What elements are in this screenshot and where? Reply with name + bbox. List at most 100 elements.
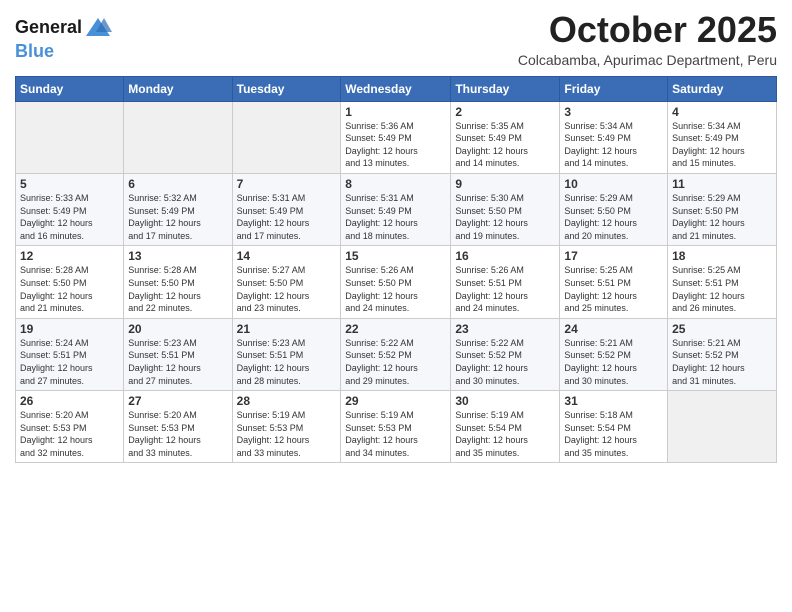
calendar-cell-w2-d2: 6Sunrise: 5:32 AM Sunset: 5:49 PM Daylig…: [124, 173, 232, 245]
calendar-table: Sunday Monday Tuesday Wednesday Thursday…: [15, 76, 777, 464]
day-number: 25: [672, 322, 772, 336]
calendar-cell-w1-d1: [16, 101, 124, 173]
day-number: 10: [564, 177, 663, 191]
calendar-week-1: 1Sunrise: 5:36 AM Sunset: 5:49 PM Daylig…: [16, 101, 777, 173]
day-info: Sunrise: 5:35 AM Sunset: 5:49 PM Dayligh…: [455, 120, 555, 170]
day-info: Sunrise: 5:21 AM Sunset: 5:52 PM Dayligh…: [672, 337, 772, 387]
day-number: 24: [564, 322, 663, 336]
logo-icon: [84, 14, 112, 42]
calendar-cell-w5-d1: 26Sunrise: 5:20 AM Sunset: 5:53 PM Dayli…: [16, 391, 124, 463]
day-info: Sunrise: 5:25 AM Sunset: 5:51 PM Dayligh…: [672, 264, 772, 314]
calendar-cell-w5-d2: 27Sunrise: 5:20 AM Sunset: 5:53 PM Dayli…: [124, 391, 232, 463]
header-monday: Monday: [124, 76, 232, 101]
day-number: 27: [128, 394, 227, 408]
day-number: 31: [564, 394, 663, 408]
header-wednesday: Wednesday: [341, 76, 451, 101]
calendar-cell-w4-d3: 21Sunrise: 5:23 AM Sunset: 5:51 PM Dayli…: [232, 318, 341, 390]
day-info: Sunrise: 5:29 AM Sunset: 5:50 PM Dayligh…: [564, 192, 663, 242]
location-subtitle: Colcabamba, Apurimac Department, Peru: [518, 52, 777, 68]
calendar-cell-w4-d6: 24Sunrise: 5:21 AM Sunset: 5:52 PM Dayli…: [560, 318, 668, 390]
day-number: 26: [20, 394, 119, 408]
day-info: Sunrise: 5:18 AM Sunset: 5:54 PM Dayligh…: [564, 409, 663, 459]
day-number: 29: [345, 394, 446, 408]
header-tuesday: Tuesday: [232, 76, 341, 101]
calendar-cell-w5-d5: 30Sunrise: 5:19 AM Sunset: 5:54 PM Dayli…: [451, 391, 560, 463]
calendar-cell-w4-d4: 22Sunrise: 5:22 AM Sunset: 5:52 PM Dayli…: [341, 318, 451, 390]
day-number: 28: [237, 394, 337, 408]
day-number: 3: [564, 105, 663, 119]
day-number: 21: [237, 322, 337, 336]
header-saturday: Saturday: [668, 76, 777, 101]
day-number: 23: [455, 322, 555, 336]
header-area: General Blue October 2025 Colcabamba, Ap…: [15, 10, 777, 68]
calendar-cell-w5-d3: 28Sunrise: 5:19 AM Sunset: 5:53 PM Dayli…: [232, 391, 341, 463]
day-info: Sunrise: 5:31 AM Sunset: 5:49 PM Dayligh…: [345, 192, 446, 242]
calendar-cell-w2-d6: 10Sunrise: 5:29 AM Sunset: 5:50 PM Dayli…: [560, 173, 668, 245]
calendar-cell-w2-d4: 8Sunrise: 5:31 AM Sunset: 5:49 PM Daylig…: [341, 173, 451, 245]
header-sunday: Sunday: [16, 76, 124, 101]
day-info: Sunrise: 5:33 AM Sunset: 5:49 PM Dayligh…: [20, 192, 119, 242]
calendar-cell-w1-d5: 2Sunrise: 5:35 AM Sunset: 5:49 PM Daylig…: [451, 101, 560, 173]
day-info: Sunrise: 5:20 AM Sunset: 5:53 PM Dayligh…: [20, 409, 119, 459]
calendar-week-5: 26Sunrise: 5:20 AM Sunset: 5:53 PM Dayli…: [16, 391, 777, 463]
calendar-week-2: 5Sunrise: 5:33 AM Sunset: 5:49 PM Daylig…: [16, 173, 777, 245]
day-info: Sunrise: 5:30 AM Sunset: 5:50 PM Dayligh…: [455, 192, 555, 242]
day-number: 1: [345, 105, 446, 119]
day-info: Sunrise: 5:20 AM Sunset: 5:53 PM Dayligh…: [128, 409, 227, 459]
day-number: 18: [672, 249, 772, 263]
calendar-cell-w4-d1: 19Sunrise: 5:24 AM Sunset: 5:51 PM Dayli…: [16, 318, 124, 390]
day-info: Sunrise: 5:31 AM Sunset: 5:49 PM Dayligh…: [237, 192, 337, 242]
calendar-cell-w5-d6: 31Sunrise: 5:18 AM Sunset: 5:54 PM Dayli…: [560, 391, 668, 463]
day-number: 8: [345, 177, 446, 191]
day-info: Sunrise: 5:21 AM Sunset: 5:52 PM Dayligh…: [564, 337, 663, 387]
calendar-cell-w3-d3: 14Sunrise: 5:27 AM Sunset: 5:50 PM Dayli…: [232, 246, 341, 318]
day-info: Sunrise: 5:24 AM Sunset: 5:51 PM Dayligh…: [20, 337, 119, 387]
calendar-cell-w3-d2: 13Sunrise: 5:28 AM Sunset: 5:50 PM Dayli…: [124, 246, 232, 318]
day-info: Sunrise: 5:19 AM Sunset: 5:53 PM Dayligh…: [345, 409, 446, 459]
day-info: Sunrise: 5:26 AM Sunset: 5:50 PM Dayligh…: [345, 264, 446, 314]
day-number: 22: [345, 322, 446, 336]
logo-blue-text: Blue: [15, 42, 112, 62]
calendar-cell-w2-d5: 9Sunrise: 5:30 AM Sunset: 5:50 PM Daylig…: [451, 173, 560, 245]
month-title: October 2025: [518, 10, 777, 50]
calendar-cell-w1-d7: 4Sunrise: 5:34 AM Sunset: 5:49 PM Daylig…: [668, 101, 777, 173]
day-number: 12: [20, 249, 119, 263]
day-info: Sunrise: 5:34 AM Sunset: 5:49 PM Dayligh…: [564, 120, 663, 170]
header-friday: Friday: [560, 76, 668, 101]
day-number: 30: [455, 394, 555, 408]
calendar-cell-w4-d2: 20Sunrise: 5:23 AM Sunset: 5:51 PM Dayli…: [124, 318, 232, 390]
calendar-cell-w2-d1: 5Sunrise: 5:33 AM Sunset: 5:49 PM Daylig…: [16, 173, 124, 245]
day-info: Sunrise: 5:25 AM Sunset: 5:51 PM Dayligh…: [564, 264, 663, 314]
day-number: 5: [20, 177, 119, 191]
calendar-week-3: 12Sunrise: 5:28 AM Sunset: 5:50 PM Dayli…: [16, 246, 777, 318]
day-info: Sunrise: 5:23 AM Sunset: 5:51 PM Dayligh…: [128, 337, 227, 387]
day-info: Sunrise: 5:23 AM Sunset: 5:51 PM Dayligh…: [237, 337, 337, 387]
day-number: 13: [128, 249, 227, 263]
day-number: 4: [672, 105, 772, 119]
day-info: Sunrise: 5:29 AM Sunset: 5:50 PM Dayligh…: [672, 192, 772, 242]
calendar-week-4: 19Sunrise: 5:24 AM Sunset: 5:51 PM Dayli…: [16, 318, 777, 390]
calendar-cell-w3-d5: 16Sunrise: 5:26 AM Sunset: 5:51 PM Dayli…: [451, 246, 560, 318]
title-area: October 2025 Colcabamba, Apurimac Depart…: [518, 10, 777, 68]
day-info: Sunrise: 5:19 AM Sunset: 5:54 PM Dayligh…: [455, 409, 555, 459]
day-number: 6: [128, 177, 227, 191]
day-number: 16: [455, 249, 555, 263]
day-number: 2: [455, 105, 555, 119]
page-container: General Blue October 2025 Colcabamba, Ap…: [0, 0, 792, 473]
day-number: 11: [672, 177, 772, 191]
day-info: Sunrise: 5:36 AM Sunset: 5:49 PM Dayligh…: [345, 120, 446, 170]
calendar-cell-w1-d2: [124, 101, 232, 173]
day-info: Sunrise: 5:28 AM Sunset: 5:50 PM Dayligh…: [20, 264, 119, 314]
calendar-cell-w3-d4: 15Sunrise: 5:26 AM Sunset: 5:50 PM Dayli…: [341, 246, 451, 318]
calendar-cell-w1-d4: 1Sunrise: 5:36 AM Sunset: 5:49 PM Daylig…: [341, 101, 451, 173]
calendar-header-row: Sunday Monday Tuesday Wednesday Thursday…: [16, 76, 777, 101]
day-info: Sunrise: 5:19 AM Sunset: 5:53 PM Dayligh…: [237, 409, 337, 459]
calendar-cell-w5-d4: 29Sunrise: 5:19 AM Sunset: 5:53 PM Dayli…: [341, 391, 451, 463]
day-number: 15: [345, 249, 446, 263]
calendar-cell-w3-d7: 18Sunrise: 5:25 AM Sunset: 5:51 PM Dayli…: [668, 246, 777, 318]
day-number: 17: [564, 249, 663, 263]
logo-text: General: [15, 18, 82, 38]
day-number: 20: [128, 322, 227, 336]
day-number: 14: [237, 249, 337, 263]
day-number: 19: [20, 322, 119, 336]
